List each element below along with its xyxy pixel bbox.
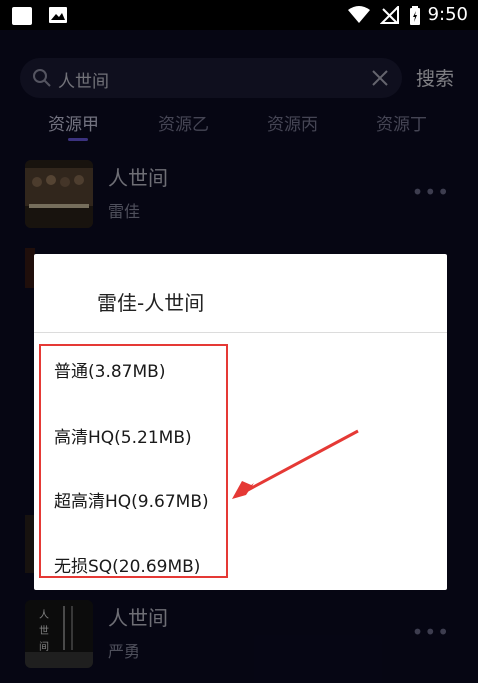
annotation-arrow-icon [232, 429, 359, 499]
divider [34, 332, 447, 333]
signal-off-icon [380, 6, 399, 24]
notification-app-icon [12, 7, 32, 25]
dialog-title: 雷佳-人世间 [97, 291, 205, 315]
highlight-box [39, 344, 228, 578]
wifi-icon [348, 6, 370, 23]
battery-icon [410, 6, 420, 25]
status-bar: 9:50 [0, 0, 478, 30]
image-notification-icon [49, 7, 67, 23]
status-time: 9:50 [427, 4, 468, 25]
